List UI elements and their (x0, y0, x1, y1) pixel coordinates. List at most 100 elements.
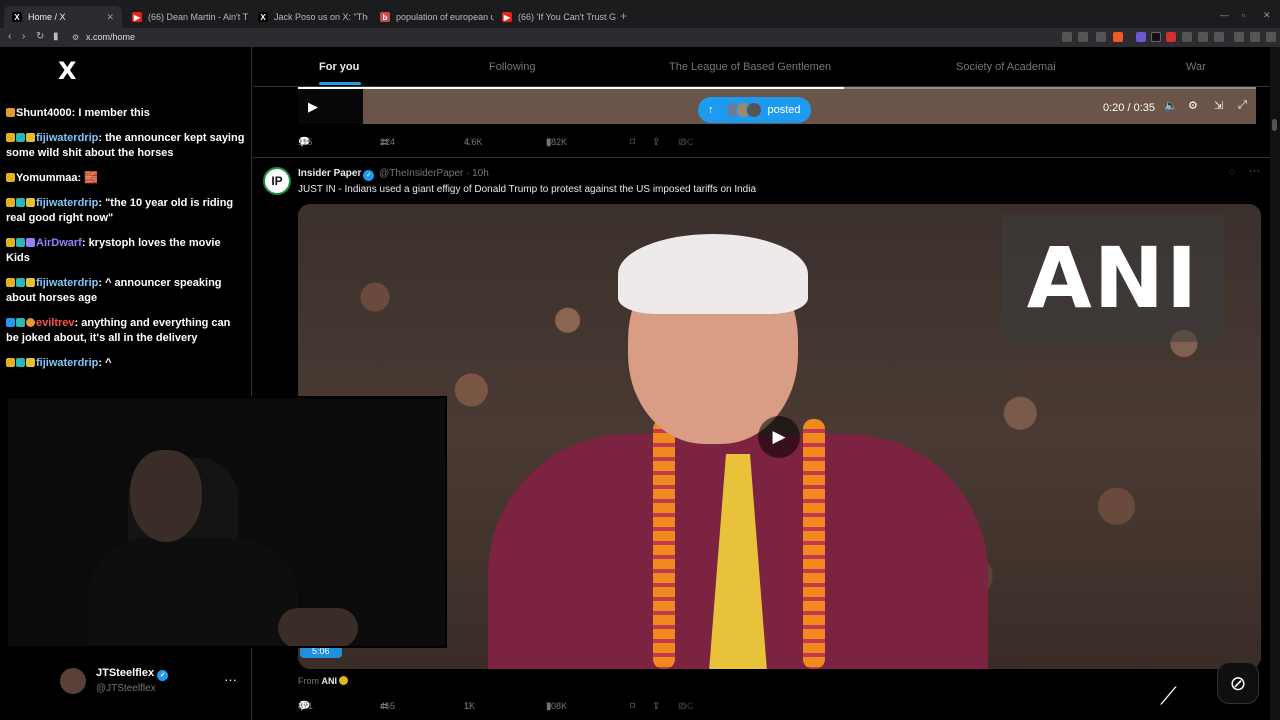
close-icon[interactable]: ✕ (106, 12, 114, 23)
account-handle: @JTSteelflex (96, 683, 156, 694)
maximize-icon[interactable]: ▫ (1242, 10, 1245, 20)
video-progress-bar[interactable] (298, 87, 1256, 89)
share-icon: ⇪ (652, 137, 661, 148)
sub-badge-icon (16, 198, 25, 207)
post-text: JUST IN - Indians used a giant effigy of… (298, 184, 757, 195)
volume-icon[interactable]: 🔈 (1164, 99, 1178, 112)
chat-message: fijiwaterdrip: ^ (6, 356, 246, 371)
x-logo-icon[interactable]: X (58, 57, 77, 85)
crown-badge-icon (6, 238, 15, 247)
tab-society-of-academai[interactable]: Society of Academai (956, 61, 1056, 73)
chat-message: fijiwaterdrip: ^ announcer speaking abou… (6, 277, 222, 304)
active-tab-indicator (319, 82, 361, 85)
extension-icon[interactable] (1166, 32, 1176, 42)
verified-icon: ✓ (363, 170, 375, 181)
play-icon[interactable]: ▶ (758, 416, 800, 458)
account-name: JTSteelflex ✓ (96, 667, 169, 681)
avatar[interactable]: IP (263, 167, 291, 195)
previous-post-actions: 💬 115 ⇄ 224 ♡ 4.6K ▮ 582K ⌑ ⇪ ⊘ IDC (298, 137, 694, 148)
mini-player-icon[interactable]: ⇲ (1214, 99, 1223, 112)
back-icon[interactable]: ‹ (8, 31, 11, 42)
avatar (745, 102, 762, 118)
brave-shield-icon[interactable] (1113, 32, 1123, 42)
post-timestamp[interactable]: · 10h (466, 168, 489, 179)
bits-badge-icon (26, 133, 35, 142)
watermark: ANI (1002, 214, 1224, 342)
source-name[interactable]: ANI (322, 676, 338, 686)
warning-badge-icon (26, 318, 35, 327)
bookmark-icon: ⌑ (630, 137, 636, 148)
post-divider (253, 157, 1270, 158)
more-icon[interactable]: ··· (224, 672, 237, 687)
extension-icon[interactable] (1182, 32, 1192, 42)
forward-icon[interactable]: › (22, 31, 25, 42)
chat-message: Yomummaa: 🧱 (6, 171, 246, 186)
bits-badge-icon (26, 198, 35, 207)
crown-badge-icon (6, 358, 15, 367)
crown-badge-icon (6, 173, 15, 182)
tab-title: population of european union - Bing (396, 12, 494, 22)
chat-message: eviltrev: anything and everything can be… (6, 317, 231, 344)
extension-icon[interactable] (1062, 32, 1072, 42)
minimize-icon[interactable]: — (1220, 10, 1229, 20)
sub-badge-icon (16, 358, 25, 367)
window-close-icon[interactable]: ✕ (1263, 10, 1271, 21)
youtube-favicon-icon: ▶ (502, 12, 512, 22)
messages-button[interactable]: ⊘ (1217, 662, 1259, 704)
sidebar-icon[interactable] (1234, 32, 1244, 42)
site-info-icon[interactable]: ⚙ (72, 33, 79, 42)
grok-icon[interactable]: ⟋ (1160, 682, 1177, 710)
browser-tab-bar: X Home / X ✕ ▶ (66) Dean Martin - Ain't … (0, 0, 1280, 28)
tab-following[interactable]: Following (489, 61, 535, 73)
moderator-badge-icon (6, 318, 15, 327)
browser-tab-bing[interactable]: b population of european union - Bing (372, 6, 494, 28)
settings-gear-icon[interactable]: ⚙ (1188, 99, 1198, 112)
browser-tab-youtube-2[interactable]: ▶ (66) 'If You Can't Trust Gavin Newsom (494, 6, 616, 28)
chat-message: fijiwaterdrip: "the 10 year old is ridin… (6, 197, 234, 224)
new-tab-button[interactable]: + (620, 9, 627, 23)
bits-badge-icon (26, 278, 35, 287)
browser-tab-home[interactable]: X Home / X ✕ (4, 6, 122, 28)
wallet-icon[interactable] (1250, 32, 1260, 42)
grok-compose-icon: ⊘ (1229, 672, 1247, 695)
reload-icon[interactable]: ↻ (36, 31, 44, 42)
bits-badge-icon (26, 358, 35, 367)
webcam-overlay (6, 396, 447, 648)
x-favicon-icon: X (12, 12, 22, 22)
browser-tab-youtube-1[interactable]: ▶ (66) Dean Martin - Ain't That A Kick I (124, 6, 248, 28)
sub-badge-icon (16, 133, 25, 142)
gift-badge-icon (26, 238, 35, 247)
zoom-icon[interactable] (1078, 32, 1088, 42)
bookmark-icon: ⌑ (630, 701, 636, 712)
tab-war[interactable]: War (1186, 61, 1206, 73)
tab-league-of-based-gentlemen[interactable]: The League of Based Gentlemen (669, 61, 831, 73)
fullscreen-icon[interactable]: ⤢ (1238, 99, 1247, 112)
sub-badge-icon (6, 108, 15, 117)
avatar (60, 668, 86, 694)
youtube-favicon-icon: ▶ (132, 12, 142, 22)
grok-icon[interactable]: ◌ (1229, 167, 1235, 178)
play-icon[interactable]: ▶ (308, 99, 318, 115)
menu-icon[interactable] (1266, 32, 1276, 42)
tab-for-you[interactable]: For you (319, 61, 359, 73)
new-posts-pill[interactable]: ↑ posted (698, 97, 811, 123)
scrollbar[interactable] (1270, 47, 1280, 720)
post-author-handle[interactable]: @TheInsiderPaper (379, 168, 463, 179)
more-icon[interactable]: ··· (1249, 165, 1260, 177)
x-extension-icon[interactable] (1151, 32, 1161, 42)
puzzle-icon[interactable] (1214, 32, 1224, 42)
timeline-tabs: For you Following The League of Based Ge… (253, 47, 1270, 87)
browser-tab-x-post[interactable]: X Jack Poso us on X: "The liberal Chicu (250, 6, 368, 28)
url-field[interactable]: x.com/home (86, 32, 135, 42)
post-author-name[interactable]: Insider Paper (298, 168, 361, 179)
extension-icon[interactable] (1198, 32, 1208, 42)
share-icon: ⇪ (652, 701, 661, 712)
account-switcher[interactable]: JTSteelflex ✓ @JTSteelflex ··· (60, 662, 250, 702)
scrollbar-thumb[interactable] (1272, 119, 1277, 131)
share-icon[interactable] (1096, 32, 1106, 42)
extension-icon[interactable] (1136, 32, 1146, 42)
arrow-up-icon: ↑ (708, 104, 714, 116)
bookmark-icon[interactable]: ▮ (53, 31, 59, 42)
video-source: From ANI (298, 676, 349, 686)
x-favicon-icon: X (258, 12, 268, 22)
